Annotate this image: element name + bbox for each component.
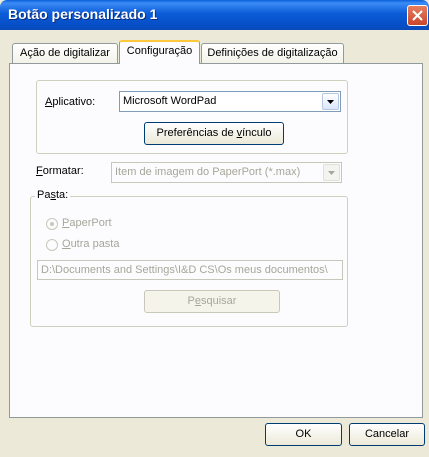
tab-panel: Aplicativo: Microsoft WordPad Preferênci…: [9, 63, 423, 418]
format-value: Item de imagem do PaperPort (*.max): [115, 166, 301, 178]
application-label: Aplicativo:: [45, 96, 96, 108]
close-icon: [412, 10, 423, 21]
folder-group-label: Pasta:: [35, 189, 71, 201]
ok-button[interactable]: OK: [265, 423, 342, 446]
folder-group: Pasta: PaperPort Outra pasta D:\Document…: [30, 189, 348, 327]
format-label: Formatar:: [36, 165, 84, 177]
application-group: Aplicativo: Microsoft WordPad Preferênci…: [36, 80, 348, 154]
chevron-down-icon: [327, 100, 334, 104]
tab-scan-settings[interactable]: Definições de digitalização: [201, 43, 344, 63]
folder-path-value: D:\Documents and Settings\I&D CS\Os meus…: [41, 264, 328, 276]
radio-paperport-label: PaperPort: [62, 217, 112, 229]
title-bar[interactable]: Botão personalizado 1: [0, 0, 429, 30]
tab-scan-action[interactable]: Ação de digitalizar: [12, 43, 118, 63]
dropdown-arrow[interactable]: [323, 164, 340, 181]
browse-button[interactable]: Pesquisar: [144, 290, 280, 313]
dropdown-arrow[interactable]: [322, 93, 339, 110]
application-value: Microsoft WordPad: [123, 95, 217, 107]
application-select[interactable]: Microsoft WordPad: [119, 91, 341, 112]
close-button[interactable]: [407, 5, 428, 26]
chevron-down-icon: [328, 171, 335, 175]
radio-paperport[interactable]: [46, 218, 58, 230]
radio-other-folder-label: Outra pasta: [62, 238, 120, 250]
tab-label: Definições de digitalização: [207, 47, 338, 59]
tab-configuration[interactable]: Configuração: [119, 40, 200, 64]
dialog-window: Botão personalizado 1 Ação de digitaliza…: [0, 0, 429, 457]
tab-label: Configuração: [126, 45, 193, 57]
window-title: Botão personalizado 1: [8, 6, 158, 22]
radio-other-folder[interactable]: [46, 239, 58, 251]
tab-label: Ação de digitalizar: [20, 47, 110, 59]
format-select[interactable]: Item de imagem do PaperPort (*.max): [111, 162, 342, 183]
folder-path-field[interactable]: D:\Documents and Settings\I&D CS\Os meus…: [37, 260, 343, 280]
link-preferences-button[interactable]: Preferências de vínculo: [144, 122, 284, 145]
cancel-button[interactable]: Cancelar: [349, 423, 425, 446]
